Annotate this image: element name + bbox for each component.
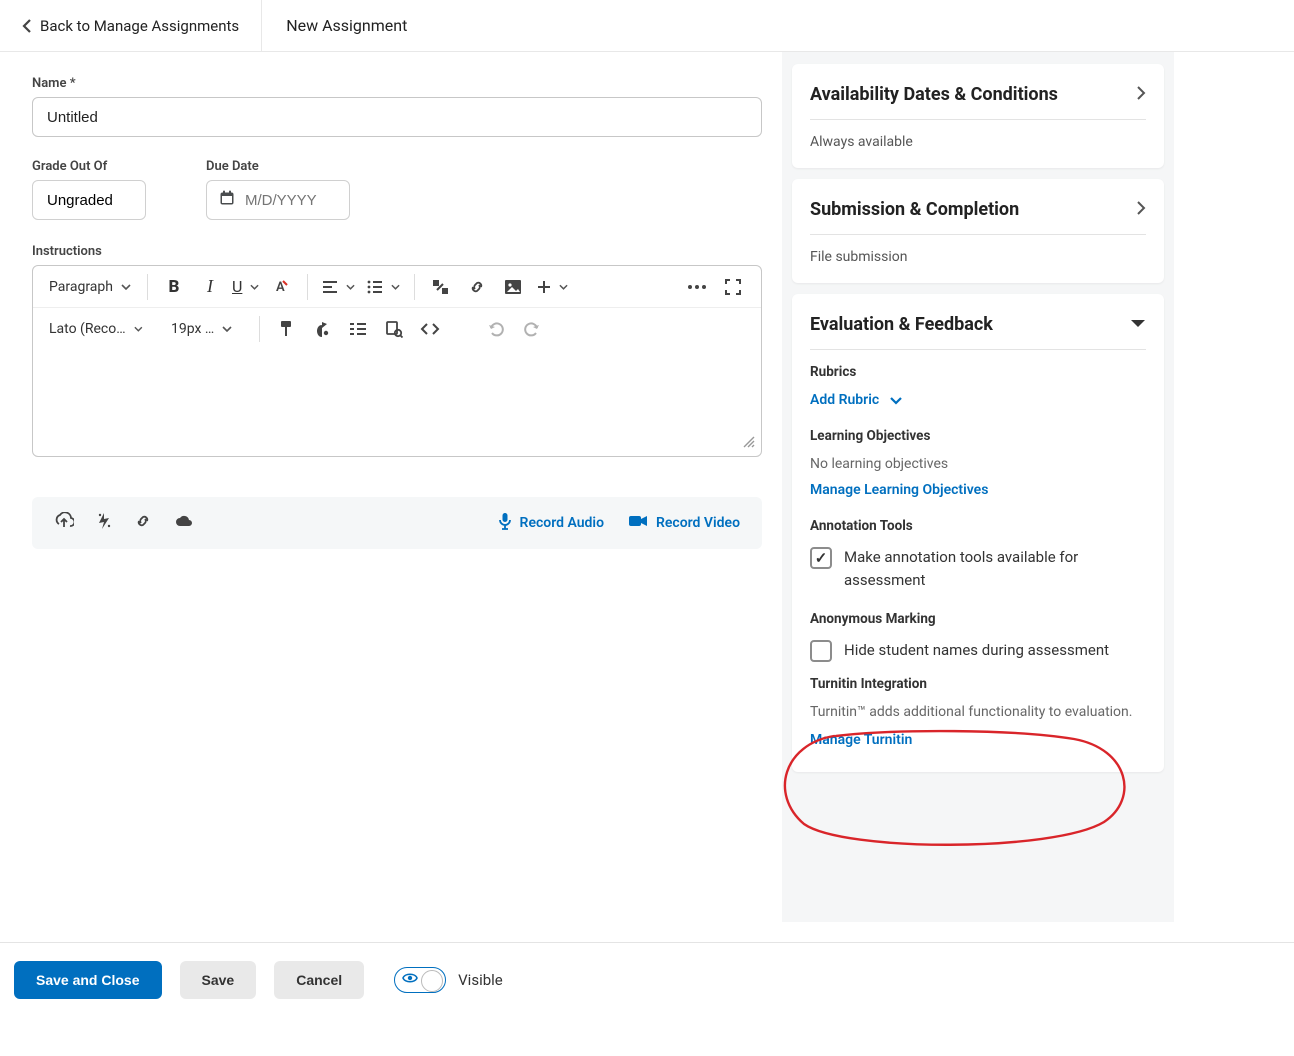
- footer-bar: Save and Close Save Cancel Visible: [0, 942, 1294, 1017]
- submission-panel[interactable]: Submission & Completion File submission: [792, 179, 1164, 283]
- calendar-icon: [219, 190, 235, 210]
- line-spacing-button[interactable]: [340, 312, 376, 346]
- undo-button[interactable]: [478, 312, 514, 346]
- resize-handle-icon[interactable]: [741, 434, 755, 452]
- cancel-button[interactable]: Cancel: [274, 961, 364, 999]
- upload-icon[interactable]: [54, 512, 74, 534]
- text-color-button[interactable]: A: [263, 270, 299, 304]
- turnitin-heading: Turnitin Integration: [810, 676, 1146, 692]
- link-button[interactable]: [459, 270, 495, 304]
- font-dropdown[interactable]: Lato (Recom…: [43, 316, 149, 342]
- evaluation-header[interactable]: Evaluation & Feedback: [810, 314, 1146, 349]
- turnitin-description: Turnitin™ adds additional functionality …: [810, 704, 1146, 720]
- availability-panel[interactable]: Availability Dates & Conditions Always a…: [792, 64, 1164, 168]
- evaluation-title: Evaluation & Feedback: [810, 314, 993, 335]
- cloud-icon[interactable]: [174, 514, 194, 532]
- page-header: Back to Manage Assignments New Assignmen…: [0, 0, 1294, 52]
- chevron-left-icon: [22, 19, 32, 33]
- availability-title: Availability Dates & Conditions: [810, 84, 1058, 105]
- anonymous-checkbox[interactable]: [810, 640, 832, 662]
- page-title: New Assignment: [262, 0, 431, 51]
- save-button[interactable]: Save: [180, 961, 257, 999]
- back-label: Back to Manage Assignments: [40, 17, 239, 35]
- insert-dropdown[interactable]: [531, 275, 574, 299]
- manage-turnitin-link[interactable]: Manage Turnitin: [810, 732, 912, 748]
- font-size-dropdown[interactable]: 19px …: [165, 316, 251, 342]
- visibility-label: Visible: [458, 971, 503, 989]
- underline-dropdown[interactable]: U: [228, 277, 263, 296]
- add-rubric-link[interactable]: Add Rubric: [810, 392, 903, 408]
- record-video-button[interactable]: Record Video: [628, 514, 740, 532]
- attach-link-icon[interactable]: [134, 512, 152, 534]
- editor-toolbar-row-1: Paragraph B I U A: [33, 266, 761, 308]
- learning-objectives-heading: Learning Objectives: [810, 428, 1146, 444]
- save-and-close-button[interactable]: Save and Close: [14, 961, 162, 999]
- annotation-tools-heading: Annotation Tools: [810, 518, 1146, 534]
- annotation-checkbox[interactable]: [810, 547, 832, 569]
- annotation-label: Make annotation tools available for asse…: [844, 546, 1146, 591]
- due-date-input[interactable]: [245, 192, 337, 209]
- main-form: Name * Grade Out Of Due Date Instruction…: [0, 52, 782, 569]
- eye-icon: [399, 972, 421, 988]
- chevron-right-icon: [1136, 200, 1146, 220]
- rubrics-heading: Rubrics: [810, 364, 1146, 380]
- anonymous-label: Hide student names during assessment: [844, 639, 1109, 662]
- evaluation-panel: Evaluation & Feedback Rubrics Add Rubric…: [792, 294, 1164, 772]
- accessibility-check-button[interactable]: [376, 312, 412, 346]
- insert-quicklink-button[interactable]: [423, 270, 459, 304]
- bold-button[interactable]: B: [156, 270, 192, 304]
- grade-label: Grade Out Of: [32, 159, 146, 174]
- editor-toolbar-row-2: Lato (Recom… 19px …: [33, 308, 761, 350]
- name-input[interactable]: [32, 97, 762, 137]
- due-date-label: Due Date: [206, 159, 350, 174]
- visibility-toggle[interactable]: [394, 967, 446, 993]
- italic-button[interactable]: I: [192, 270, 228, 304]
- more-button[interactable]: [679, 270, 715, 304]
- list-dropdown[interactable]: [361, 275, 406, 299]
- chevron-right-icon: [1136, 85, 1146, 105]
- availability-summary: Always available: [810, 134, 1146, 150]
- chevron-down-icon: [1130, 317, 1146, 333]
- record-audio-button[interactable]: Record Audio: [498, 512, 604, 534]
- format-dropdown[interactable]: Paragraph: [43, 274, 139, 300]
- sidebar: Availability Dates & Conditions Always a…: [782, 52, 1174, 922]
- rich-text-editor: Paragraph B I U A: [32, 265, 762, 457]
- align-dropdown[interactable]: [316, 275, 361, 299]
- video-icon: [628, 514, 648, 532]
- anonymous-marking-heading: Anonymous Marking: [810, 611, 1146, 627]
- format-painter-button[interactable]: [268, 312, 304, 346]
- name-label: Name *: [32, 76, 762, 91]
- manage-learning-objectives-link[interactable]: Manage Learning Objectives: [810, 482, 988, 498]
- quicklink-icon[interactable]: [96, 511, 112, 535]
- learning-objectives-none: No learning objectives: [810, 456, 1146, 472]
- equation-button[interactable]: [304, 312, 340, 346]
- editor-textarea[interactable]: [33, 350, 761, 456]
- image-button[interactable]: [495, 270, 531, 304]
- source-code-button[interactable]: [412, 312, 448, 346]
- grade-input[interactable]: [32, 180, 146, 220]
- microphone-icon: [498, 512, 512, 534]
- submission-title: Submission & Completion: [810, 199, 1019, 220]
- back-link[interactable]: Back to Manage Assignments: [0, 0, 262, 51]
- submission-summary: File submission: [810, 249, 1146, 265]
- fullscreen-button[interactable]: [715, 270, 751, 304]
- instructions-label: Instructions: [32, 244, 762, 259]
- attachment-bar: Record Audio Record Video: [32, 497, 762, 549]
- redo-button[interactable]: [514, 312, 550, 346]
- due-date-field[interactable]: [206, 180, 350, 220]
